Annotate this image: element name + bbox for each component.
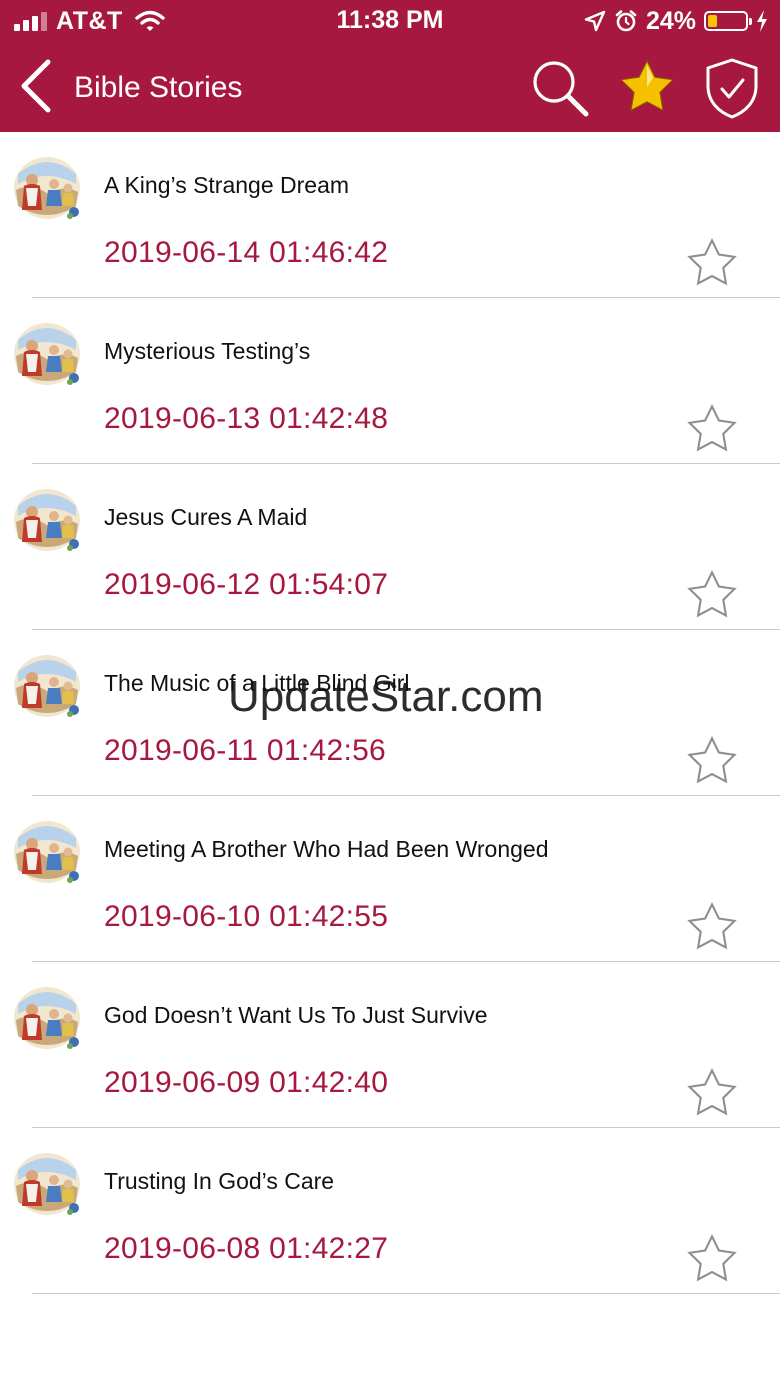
story-thumbnail <box>12 984 82 1052</box>
story-title: The Music of a Little Blind Girl <box>104 670 410 696</box>
status-bar: AT&T 11:38 PM 24% <box>0 0 780 44</box>
story-row[interactable]: God Doesn’t Want Us To Just Survive 2019-… <box>0 962 780 1128</box>
story-date: 2019-06-14 01:46:42 <box>104 236 389 269</box>
story-date: 2019-06-11 01:42:56 <box>104 734 387 767</box>
battery-percent: 24% <box>645 6 696 35</box>
shield-button[interactable] <box>700 56 764 120</box>
story-thumbnail <box>12 486 82 554</box>
back-chevron-icon <box>21 59 51 113</box>
story-row[interactable]: Jesus Cures A Maid 2019-06-12 01:54:07 <box>0 464 780 630</box>
favorite-toggle-button[interactable] <box>684 1066 740 1122</box>
star-outline-icon <box>687 901 737 950</box>
story-row[interactable]: The Music of a Little Blind Girl 2019-06-… <box>0 630 780 796</box>
charging-bolt-icon <box>757 10 767 32</box>
story-list: A King’s Strange Dream 2019-06-14 01:46:4… <box>0 132 780 1294</box>
story-row[interactable]: A King’s Strange Dream 2019-06-14 01:46:4… <box>0 132 780 298</box>
navigation-bar: Bible Stories <box>0 44 780 132</box>
story-thumbnail <box>12 154 82 222</box>
favorite-toggle-button[interactable] <box>684 236 740 292</box>
app-header: AT&T 11:38 PM 24% Bible Stories <box>0 0 780 132</box>
star-outline-icon <box>687 735 737 784</box>
favorites-button[interactable] <box>615 56 679 120</box>
row-divider <box>32 1293 780 1294</box>
star-outline-icon <box>687 569 737 618</box>
story-title: Mysterious Testing’s <box>104 338 311 364</box>
story-row[interactable]: Meeting A Brother Who Had Been Wronged 20… <box>0 796 780 962</box>
star-outline-icon <box>687 1067 737 1116</box>
back-button[interactable] <box>16 56 60 116</box>
search-icon <box>533 61 589 117</box>
story-thumbnail <box>12 652 82 720</box>
story-title: Meeting A Brother Who Had Been Wronged <box>104 836 549 862</box>
story-title: Trusting In God’s Care <box>104 1168 335 1194</box>
favorite-toggle-button[interactable] <box>684 1232 740 1288</box>
favorite-toggle-button[interactable] <box>684 734 740 790</box>
favorite-star-icon <box>620 60 674 111</box>
story-date: 2019-06-13 01:42:48 <box>104 402 389 435</box>
star-outline-icon <box>687 403 737 452</box>
alarm-icon <box>615 10 637 32</box>
star-outline-icon <box>687 1233 737 1282</box>
story-title: God Doesn’t Want Us To Just Survive <box>104 1002 488 1028</box>
story-row[interactable]: Mysterious Testing’s 2019-06-13 01:42:48 <box>0 298 780 464</box>
favorite-toggle-button[interactable] <box>684 568 740 624</box>
story-row[interactable]: Trusting In God’s Care 2019-06-08 01:42:2… <box>0 1128 780 1294</box>
story-date: 2019-06-10 01:42:55 <box>104 900 389 933</box>
story-thumbnail <box>12 1150 82 1218</box>
story-date: 2019-06-12 01:54:07 <box>104 568 389 601</box>
shield-check-icon <box>706 58 758 119</box>
story-date: 2019-06-08 01:42:27 <box>104 1232 389 1265</box>
story-title: Jesus Cures A Maid <box>104 504 308 530</box>
battery-icon <box>704 11 752 31</box>
search-button[interactable] <box>528 56 592 120</box>
story-title: A King’s Strange Dream <box>104 172 350 198</box>
story-thumbnail <box>12 320 82 388</box>
page-title: Bible Stories <box>74 71 243 104</box>
star-outline-icon <box>687 237 737 286</box>
location-icon <box>584 10 606 32</box>
favorite-toggle-button[interactable] <box>684 900 740 956</box>
story-date: 2019-06-09 01:42:40 <box>104 1066 389 1099</box>
favorite-toggle-button[interactable] <box>684 402 740 458</box>
story-thumbnail <box>12 818 82 886</box>
